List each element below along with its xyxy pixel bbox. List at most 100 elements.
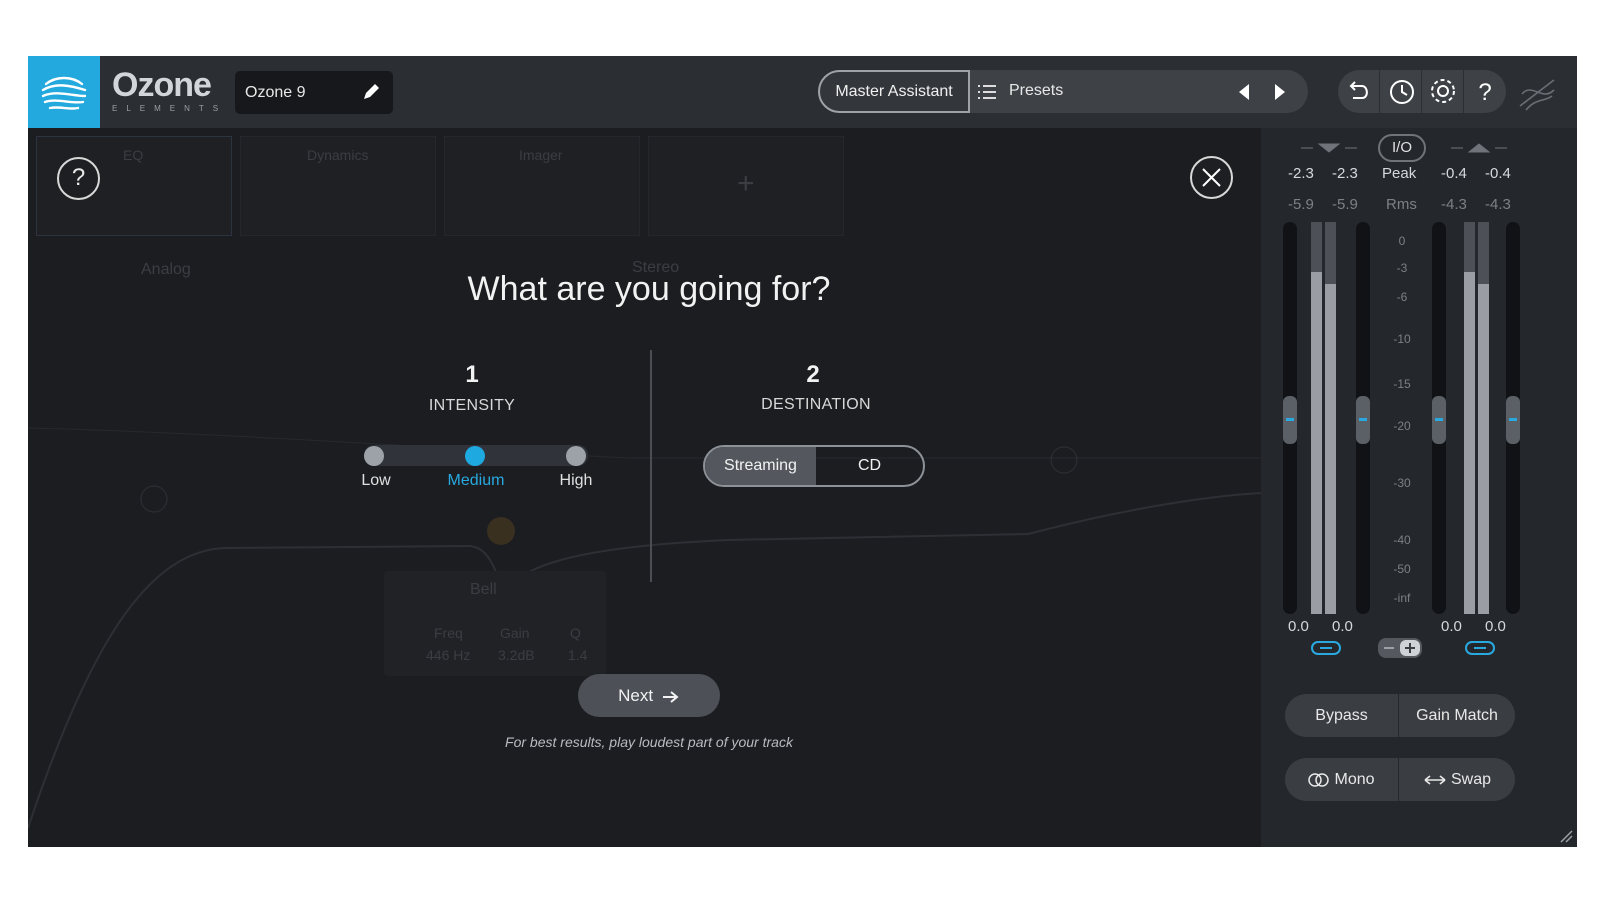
out-peak-r: -0.4 (1485, 165, 1511, 182)
history-button[interactable] (1380, 70, 1422, 113)
band-freq: 446 Hz (426, 647, 471, 663)
out-gain-l[interactable]: 0.0 (1441, 618, 1462, 635)
band-type: Bell (470, 581, 497, 598)
mono-icon (1308, 773, 1330, 787)
output-gain-handle-r[interactable] (1506, 396, 1520, 444)
scale-tick: -3 (1396, 261, 1408, 275)
io-meter-panel: I/O -2.3 -2.3 Peak -0.4 -0.4 -5.9 -5.9 R… (1261, 128, 1577, 847)
list-icon (978, 85, 996, 99)
peak-label: Peak (1382, 165, 1417, 182)
input-gain-handle-l[interactable] (1283, 396, 1297, 444)
question-icon: ? (1478, 79, 1491, 106)
close-icon (1202, 168, 1221, 187)
rms-label: Rms (1386, 196, 1417, 213)
prev-preset-icon[interactable] (1236, 83, 1252, 101)
scale-tick: -6 (1396, 290, 1408, 304)
band-q-label: Q (570, 625, 581, 641)
ozone-window: EQ Dynamics Imager + Analog Stereo Bell … (28, 56, 1577, 847)
preset-name-field[interactable]: Ozone 9 (235, 71, 393, 114)
close-assistant-button[interactable] (1190, 156, 1233, 199)
arrow-right-icon (662, 690, 679, 703)
io-badge[interactable]: I/O (1378, 134, 1426, 162)
step2-label: DESTINATION (761, 396, 871, 413)
bypass-button[interactable]: Bypass (1285, 694, 1399, 737)
swap-arrows-icon (1424, 775, 1446, 785)
output-gain-handle-l[interactable] (1432, 396, 1446, 444)
intensity-medium-knob[interactable] (465, 446, 485, 466)
mono-swap-group: Mono Swap (1285, 758, 1515, 801)
gain-match-button[interactable]: Gain Match (1399, 694, 1515, 737)
scale-tick: -inf (1393, 591, 1411, 605)
in-gain-l[interactable]: 0.0 (1288, 618, 1309, 635)
output-marker-icon (1451, 143, 1507, 153)
intensity-medium-label[interactable]: Medium (426, 472, 526, 490)
mono-button[interactable]: Mono (1285, 758, 1399, 801)
history-icon (1390, 80, 1414, 104)
in-peak-r: -2.3 (1332, 165, 1358, 182)
step2-number: 2 (806, 361, 820, 388)
output-link-icon[interactable] (1465, 640, 1495, 656)
band-gain: 3.2dB (498, 647, 535, 663)
step-divider (650, 350, 652, 582)
destination-streaming-button[interactable]: Streaming (705, 447, 816, 485)
presets-button[interactable]: Presets (1009, 82, 1063, 100)
bypass-gainmatch-group: Bypass Gain Match (1285, 694, 1515, 737)
step1-number: 1 (465, 361, 479, 388)
band-q: 1.4 (568, 647, 588, 663)
input-meter-l-fill (1311, 272, 1322, 614)
settings-button[interactable] (1422, 70, 1464, 113)
brand-name: Ozone (112, 66, 212, 104)
help-header-button[interactable]: ? (1464, 70, 1506, 113)
assistant-help-button[interactable]: ? (57, 157, 100, 200)
master-assistant-button[interactable]: Master Assistant (818, 70, 970, 113)
brand-sub: ELEMENTS (112, 104, 228, 113)
preset-name: Ozone 9 (245, 84, 306, 101)
out-rms-l: -4.3 (1441, 196, 1467, 213)
output-meter-r-fill (1478, 284, 1489, 614)
swap-button[interactable]: Swap (1399, 758, 1515, 801)
header-tools: ? (1338, 70, 1506, 113)
pencil-icon[interactable] (361, 82, 381, 102)
input-link-icon[interactable] (1311, 640, 1341, 656)
next-preset-icon[interactable] (1272, 83, 1288, 101)
output-meter-l-fill (1464, 272, 1475, 614)
delta-toggle-icon[interactable] (1378, 638, 1422, 658)
assistant-hint: For best results, play loudest part of y… (505, 734, 793, 750)
swap-label: Swap (1450, 771, 1492, 788)
assistant-question: What are you going for? (467, 270, 831, 308)
next-label: Next (618, 686, 654, 705)
scale-tick: -10 (1393, 332, 1411, 346)
in-gain-r[interactable]: 0.0 (1332, 618, 1353, 635)
mono-label: Mono (1334, 771, 1375, 788)
destination-cd-button[interactable]: CD (816, 447, 923, 485)
in-peak-l: -2.3 (1288, 165, 1314, 182)
ozone-logo-icon (28, 56, 100, 128)
input-meter-r-fill (1325, 284, 1336, 614)
band-freq-label: Freq (434, 625, 463, 641)
scale-tick: -20 (1393, 419, 1411, 433)
izotope-mark-icon (1519, 79, 1555, 111)
in-rms-r: -5.9 (1332, 196, 1358, 213)
resize-grip-icon[interactable] (1559, 829, 1573, 843)
scale-tick: -50 (1393, 562, 1411, 576)
band-gain-label: Gain (500, 625, 530, 641)
gear-icon (1431, 79, 1455, 103)
next-button[interactable]: Next (578, 674, 720, 717)
scale-tick: -30 (1393, 476, 1411, 490)
step1-label: INTENSITY (428, 397, 516, 414)
intensity-low-label[interactable]: Low (326, 472, 426, 490)
undo-button[interactable] (1338, 70, 1380, 113)
in-rms-l: -5.9 (1288, 196, 1314, 213)
scale-tick: 0 (1398, 234, 1406, 248)
brand: Ozone ELEMENTS (112, 68, 227, 113)
scale-tick: -40 (1393, 533, 1411, 547)
intensity-high-knob[interactable] (566, 446, 586, 466)
input-gain-handle-r[interactable] (1356, 396, 1370, 444)
intensity-low-knob[interactable] (364, 446, 384, 466)
out-gain-r[interactable]: 0.0 (1485, 618, 1506, 635)
intensity-high-label[interactable]: High (526, 472, 626, 490)
band-panel: Bell Freq Gain Q 446 Hz 3.2dB 1.4 (384, 571, 606, 676)
destination-toggle: Streaming CD (703, 445, 925, 487)
presets-bar: Master Assistant Presets (818, 70, 1308, 113)
out-rms-r: -4.3 (1485, 196, 1511, 213)
